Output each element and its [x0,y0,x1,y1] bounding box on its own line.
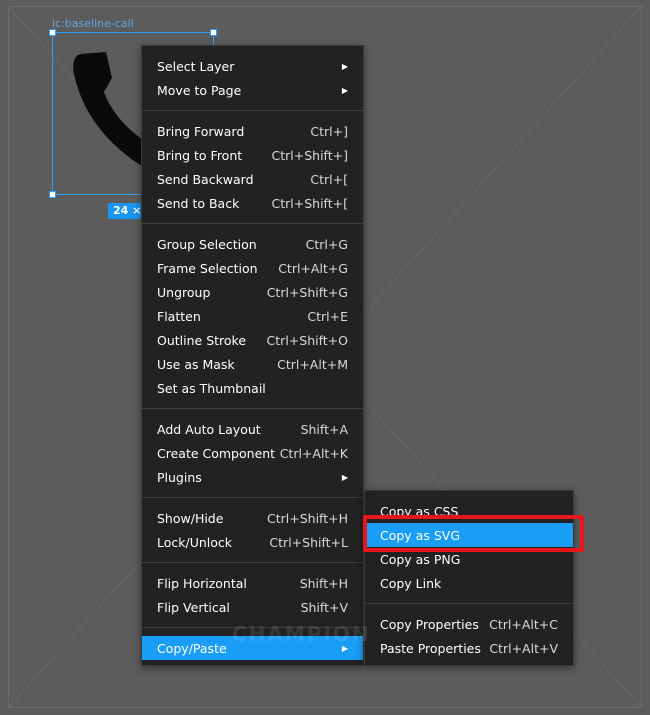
menu-separator [142,110,363,111]
menu-item-label: Group Selection [157,236,257,252]
menu-item-use-as-mask[interactable]: Use as Mask Ctrl+Alt+M [142,352,363,376]
menu-item-shortcut: Ctrl+] [310,123,348,139]
submenu-arrow-icon: ▶ [341,85,348,95]
menu-item-shortcut: Ctrl+Shift+] [271,147,348,163]
menu-item-shortcut: Shift+H [299,575,348,591]
menu-item-label: Outline Stroke [157,332,247,348]
menu-item-label: Ungroup [157,284,211,300]
menu-separator [142,223,363,224]
menu-item-lock-unlock[interactable]: Lock/Unlock Ctrl+Shift+L [142,530,363,554]
context-menu: Select Layer ▶ Move to Page ▶ Bring Forward C… [141,45,364,666]
menu-item-label: Copy/Paste [157,640,227,656]
submenu-arrow-icon: ▶ [341,472,348,482]
resize-handle-bottom-left[interactable] [49,191,56,198]
resize-handle-top-right[interactable] [210,29,217,36]
menu-separator [365,603,573,604]
menu-item-shortcut: Ctrl+Alt+V [489,640,558,656]
menu-item-shortcut: Shift+V [300,599,348,615]
menu-item-frame-selection[interactable]: Frame Selection Ctrl+Alt+G [142,256,363,280]
menu-item-label: Copy as PNG [380,551,461,567]
menu-item-flatten[interactable]: Flatten Ctrl+E [142,304,363,328]
menu-item-label: Select Layer [157,58,235,74]
menu-item-label: Create Component [157,445,276,461]
resize-handle-top-left[interactable] [49,29,56,36]
menu-item-label: Copy Properties [380,616,479,632]
annotation-highlight [363,515,584,552]
menu-item-send-backward[interactable]: Send Backward Ctrl+[ [142,167,363,191]
menu-item-group-selection[interactable]: Group Selection Ctrl+G [142,232,363,256]
menu-item-label: Show/Hide [157,510,224,526]
menu-item-label: Flip Vertical [157,599,230,615]
menu-item-bring-forward[interactable]: Bring Forward Ctrl+] [142,119,363,143]
submenu-arrow-icon: ▶ [341,61,348,71]
menu-item-shortcut: Ctrl+G [305,236,348,252]
menu-item-create-component[interactable]: Create Component Ctrl+Alt+K [142,441,363,465]
menu-item-label: Set as Thumbnail [157,380,266,396]
menu-item-show-hide[interactable]: Show/Hide Ctrl+Shift+H [142,506,363,530]
menu-item-move-to-page[interactable]: Move to Page ▶ [142,78,363,102]
menu-item-add-auto-layout[interactable]: Add Auto Layout Shift+A [142,417,363,441]
menu-item-label: Paste Properties [380,640,481,656]
menu-item-shortcut: Ctrl+Alt+M [277,356,348,372]
menu-item-label: Use as Mask [157,356,235,372]
menu-item-shortcut: Ctrl+Alt+G [278,260,348,276]
menu-item-label: Copy Link [380,575,442,591]
menu-item-shortcut: Shift+A [300,421,348,437]
menu-item-shortcut: Ctrl+Shift+G [266,284,348,300]
menu-item-label: Flip Horizontal [157,575,247,591]
menu-item-label: Flatten [157,308,201,324]
menu-item-copy-link[interactable]: Copy Link [365,571,573,595]
menu-item-shortcut: Ctrl+Alt+K [279,445,348,461]
menu-item-shortcut: Ctrl+Shift+[ [271,195,348,211]
menu-item-send-to-back[interactable]: Send to Back Ctrl+Shift+[ [142,191,363,215]
menu-item-bring-to-front[interactable]: Bring to Front Ctrl+Shift+] [142,143,363,167]
layer-name-label: ic:baseline-call [52,17,134,30]
menu-item-ungroup[interactable]: Ungroup Ctrl+Shift+G [142,280,363,304]
menu-item-shortcut: Ctrl+Shift+O [266,332,348,348]
menu-separator [142,562,363,563]
menu-item-shortcut: Ctrl+Shift+L [269,534,348,550]
menu-item-label: Send to Back [157,195,240,211]
menu-item-label: Bring Forward [157,123,245,139]
menu-item-shortcut: Ctrl+[ [310,171,348,187]
menu-item-copy-properties[interactable]: Copy Properties Ctrl+Alt+C [365,612,573,636]
menu-item-label: Move to Page [157,82,242,98]
menu-item-label: Send Backward [157,171,254,187]
menu-item-shortcut: Ctrl+E [307,308,348,324]
menu-separator [142,497,363,498]
menu-item-shortcut: Ctrl+Shift+H [267,510,348,526]
menu-item-label: Plugins [157,469,202,485]
menu-item-plugins[interactable]: Plugins ▶ [142,465,363,489]
menu-item-label: Frame Selection [157,260,258,276]
menu-item-set-as-thumbnail[interactable]: Set as Thumbnail [142,376,363,400]
menu-item-select-layer[interactable]: Select Layer ▶ [142,54,363,78]
menu-item-flip-horizontal[interactable]: Flip Horizontal Shift+H [142,571,363,595]
menu-separator [142,408,363,409]
menu-item-label: Add Auto Layout [157,421,261,437]
menu-item-label: Bring to Front [157,147,243,163]
menu-item-shortcut: Ctrl+Alt+C [489,616,558,632]
menu-item-flip-vertical[interactable]: Flip Vertical Shift+V [142,595,363,619]
watermark-text: CHAMPION [232,622,371,646]
menu-item-outline-stroke[interactable]: Outline Stroke Ctrl+Shift+O [142,328,363,352]
menu-item-label: Lock/Unlock [157,534,233,550]
menu-item-paste-properties[interactable]: Paste Properties Ctrl+Alt+V [365,636,573,660]
